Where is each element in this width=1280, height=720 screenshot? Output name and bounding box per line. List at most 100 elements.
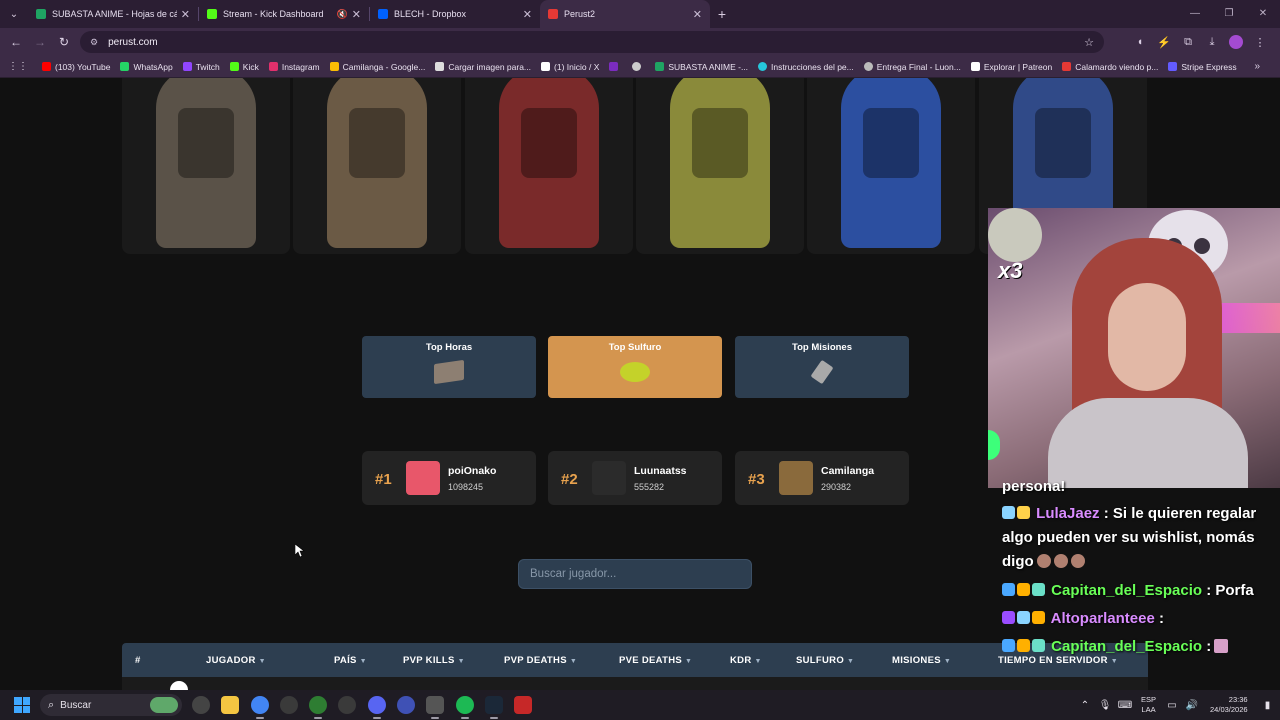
column-label: # <box>135 655 141 666</box>
red-app-icon[interactable] <box>514 696 532 714</box>
bookmark-x[interactable]: (1) Inicio / X <box>541 62 599 72</box>
bookmark-globe[interactable] <box>632 62 645 71</box>
minimize-icon[interactable]: — <box>1178 0 1212 28</box>
site-info-icon[interactable]: ⚙ <box>90 37 98 48</box>
close-window-icon[interactable]: ✕ <box>1246 0 1280 28</box>
column-header-sulfuro[interactable]: SULFURO ▼ <box>796 655 854 666</box>
clock-date: 24/03/2026 <box>1210 705 1248 714</box>
column-header-pvp-kills[interactable]: PVP KILLS ▼ <box>403 655 465 666</box>
column-header-misiones[interactable]: MISIONES ▼ <box>892 655 951 666</box>
character-card[interactable] <box>293 78 461 254</box>
apps-grid-icon[interactable]: ⋮⋮ <box>8 61 28 72</box>
table-row[interactable] <box>122 677 1148 690</box>
close-tab-icon[interactable]: ✕ <box>352 8 361 21</box>
new-tab-plus-icon[interactable]: + <box>710 6 734 22</box>
windows-start-icon[interactable] <box>14 697 30 713</box>
forward-arrow-icon[interactable]: → <box>28 35 52 49</box>
c-logo-icon <box>435 62 445 71</box>
top-sulfuro-button[interactable]: Top Sulfuro <box>548 336 722 398</box>
bookmark-entrega-final[interactable]: Entrega Final - Luon... <box>863 62 961 72</box>
obs-icon[interactable] <box>397 696 415 714</box>
steam-alt-icon[interactable] <box>280 696 298 714</box>
bookmark-purple[interactable] <box>609 62 622 71</box>
settings-gear-icon[interactable] <box>338 696 356 714</box>
speaker-icon[interactable]: 🔊 <box>1182 700 1202 711</box>
character-card[interactable] <box>122 78 290 254</box>
character-card[interactable] <box>465 78 633 254</box>
bookmark-camilanga-drive[interactable]: Camilanga - Google... <box>329 62 425 72</box>
window-controls: — ❐ ✕ <box>1178 0 1280 28</box>
close-tab-icon[interactable]: ✕ <box>181 8 190 21</box>
ranking-card-2[interactable]: #2 Luunaatss 555282 <box>548 451 722 505</box>
menu-kebab-icon[interactable]: ⋮ <box>1248 36 1272 49</box>
clock-time: 23:36 <box>1228 695 1248 704</box>
character-card[interactable] <box>807 78 975 254</box>
column-header-rank[interactable]: # <box>135 655 141 666</box>
microphone-icon[interactable]: 🎙 <box>1095 700 1115 711</box>
bookmark-kick[interactable]: Kick <box>229 62 259 72</box>
bookmark-calamardo[interactable]: Calamardo viendo p... <box>1062 62 1158 72</box>
bookmark-twitch[interactable]: Twitch <box>182 62 220 72</box>
taskbar-clock[interactable]: 23:36 24/03/2026 <box>1210 695 1248 715</box>
bookmark-instagram[interactable]: Instagram <box>268 62 320 72</box>
notifications-icon[interactable]: ▮ <box>1258 700 1278 711</box>
bookmark-subasta-anime[interactable]: SUBASTA ANIME -... <box>655 62 748 72</box>
spotify-icon[interactable] <box>456 696 474 719</box>
character-image <box>156 78 256 248</box>
bookmark-patreon[interactable]: Explorar | Patreon <box>970 62 1052 72</box>
back-arrow-icon[interactable]: ← <box>4 35 28 49</box>
steam-icon[interactable] <box>485 696 503 719</box>
download-icon[interactable]: ⤓ <box>1200 36 1224 49</box>
taskbar-search-box[interactable]: ⌕ Buscar <box>40 694 182 716</box>
sort-arrow-icon: ▼ <box>685 658 693 665</box>
column-header-kdr[interactable]: KDR ▼ <box>730 655 762 666</box>
tab-search-icon[interactable]: ⌄ <box>0 0 28 28</box>
bookmark-stripe[interactable]: Stripe Express <box>1168 62 1237 72</box>
tab-subasta-anime[interactable]: SUBASTA ANIME - Hojas de cálc ✕ <box>28 0 198 28</box>
top-horas-button[interactable]: Top Horas <box>362 336 536 398</box>
tab-kick-dashboard[interactable]: Stream - Kick Dashboard 🔇 ✕ <box>199 0 369 28</box>
profile-avatar[interactable] <box>1229 35 1243 49</box>
reload-icon[interactable]: ↻ <box>52 35 76 49</box>
voice-extension-icon[interactable]: ◖ <box>1128 36 1152 48</box>
input-language[interactable]: ESP LAA <box>1141 695 1156 715</box>
chevron-up-icon[interactable]: ⌃ <box>1075 700 1095 711</box>
tab-perust2[interactable]: Perust2 ✕ <box>540 0 710 28</box>
bookmark-youtube[interactable]: (103) YouTube <box>42 62 110 72</box>
ranking-card-1[interactable]: #1 poiOnako 1098245 <box>362 451 536 505</box>
network-icon[interactable]: ▭ <box>1162 700 1182 711</box>
ranking-card-3[interactable]: #3 Camilanga 290382 <box>735 451 909 505</box>
file-explorer-icon[interactable] <box>221 696 239 714</box>
cat-app-icon[interactable] <box>426 696 444 719</box>
7tv-extension-icon[interactable]: ⚡ <box>1152 36 1176 49</box>
search-player-input[interactable] <box>518 559 752 589</box>
bookmark-whatsapp[interactable]: WhatsApp <box>120 62 173 72</box>
kick-icon <box>229 62 239 71</box>
chrome-taskbar-icon[interactable] <box>251 696 269 719</box>
bookmark-cargar-imagen[interactable]: Cargar imagen para... <box>435 62 531 72</box>
chat-text: digo <box>1002 553 1034 570</box>
bookmark-instrucciones[interactable]: Instrucciones del pe... <box>758 62 854 72</box>
close-tab-icon[interactable]: ✕ <box>693 8 702 21</box>
character-card[interactable] <box>636 78 804 254</box>
keyboard-icon[interactable]: ⌨ <box>1115 700 1135 711</box>
task-view-icon[interactable] <box>192 696 210 714</box>
close-tab-icon[interactable]: ✕ <box>523 8 532 21</box>
xbox-icon[interactable] <box>309 696 327 719</box>
address-bar[interactable]: ⚙ perust.com ☆ <box>80 31 1104 53</box>
column-header-pvp-deaths[interactable]: PVP DEATHS ▼ <box>504 655 577 666</box>
restore-icon[interactable]: ❐ <box>1212 0 1246 28</box>
chat-badge-icon <box>1002 639 1015 652</box>
column-header-jugador[interactable]: JUGADOR ▼ <box>206 655 266 666</box>
sulfur-ore-icon <box>620 362 650 382</box>
sheets-icon <box>655 62 665 71</box>
more-bookmarks-chevron-icon[interactable]: » <box>1254 61 1260 72</box>
column-header-pais[interactable]: PAÍS ▼ <box>334 655 367 666</box>
bookmark-star-icon[interactable]: ☆ <box>1084 36 1094 49</box>
top-misiones-button[interactable]: Top Misiones <box>735 336 909 398</box>
discord-icon[interactable] <box>368 696 386 719</box>
muted-speaker-icon[interactable]: 🔇 <box>337 9 348 20</box>
tab-dropbox[interactable]: BLECH - Dropbox ✕ <box>370 0 540 28</box>
extensions-puzzle-icon[interactable]: ⧉ <box>1176 36 1200 49</box>
column-header-pve-deaths[interactable]: PVE DEATHS ▼ <box>619 655 692 666</box>
